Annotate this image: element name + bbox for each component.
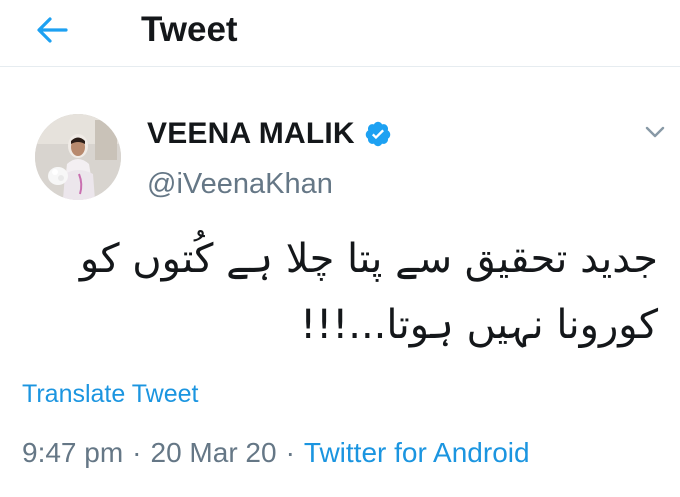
separator-dot: · <box>132 437 142 468</box>
avatar[interactable] <box>35 114 121 200</box>
source-link[interactable]: Twitter for Android <box>304 437 530 468</box>
page-title: Tweet <box>141 10 238 49</box>
translate-tweet-link[interactable]: Translate Tweet <box>22 380 198 409</box>
tweet-time[interactable]: 9:47 pm <box>22 437 123 468</box>
verified-badge-icon <box>364 120 392 148</box>
tweet-metadata: 9:47 pm · 20 Mar 20 · Twitter for Android <box>22 437 530 469</box>
profile-photo <box>35 114 121 200</box>
back-button[interactable] <box>30 12 74 52</box>
display-name: VEENA MALIK <box>147 117 355 150</box>
separator-dot: · <box>285 437 295 468</box>
top-bar: Tweet <box>0 0 680 67</box>
tweet-date[interactable]: 20 Mar 20 <box>151 437 277 468</box>
chevron-down-icon <box>645 125 665 144</box>
author-name-link[interactable]: VEENA MALIK <box>147 114 392 154</box>
author-handle[interactable]: @iVeenaKhan <box>147 168 333 201</box>
tweet-menu-button[interactable] <box>640 122 670 146</box>
tweet-text: جدید تحقیق سے پتا چلا ہے کُتوں کو کورونا… <box>79 236 658 348</box>
arrow-left-icon <box>35 16 69 49</box>
